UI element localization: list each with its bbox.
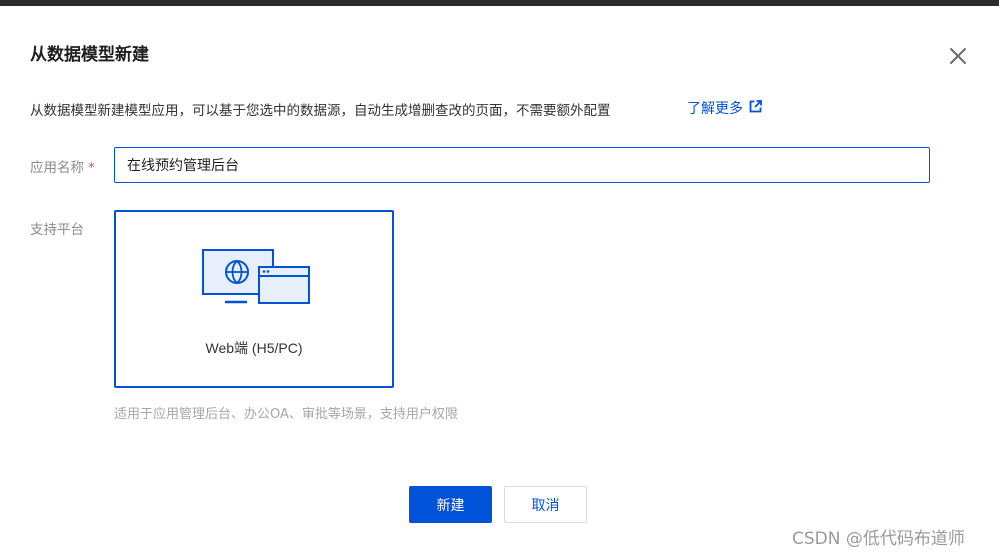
app-name-label-text: 应用名称: [30, 160, 84, 176]
dialog-description: 从数据模型新建模型应用，可以基于您选中的数据源，自动生成增删查改的页面，不需要额…: [30, 103, 611, 119]
create-from-data-model-dialog: 从数据模型新建 从数据模型新建模型应用，可以基于您选中的数据源，自动生成增删查改…: [0, 6, 999, 554]
watermark: CSDN @低代码布道师: [792, 529, 965, 549]
learn-more-link[interactable]: 了解更多: [687, 98, 762, 118]
app-name-label: 应用名称 *: [30, 156, 95, 176]
close-icon[interactable]: [946, 44, 970, 68]
platform-option-label: Web端 (H5/PC): [205, 340, 303, 356]
platform-option-web[interactable]: Web端 (H5/PC): [114, 210, 394, 388]
external-link-icon: [749, 99, 762, 117]
create-button[interactable]: 新建: [409, 486, 492, 523]
app-name-input[interactable]: [114, 147, 930, 183]
dialog-title: 从数据模型新建: [30, 45, 149, 65]
platform-label: 支持平台: [30, 222, 84, 238]
cancel-button[interactable]: 取消: [504, 486, 587, 523]
platform-hint: 适用于应用管理后台、办公OA、审批等场景，支持用户权限: [114, 407, 458, 422]
required-mark: *: [88, 160, 95, 176]
learn-more-label: 了解更多: [687, 101, 743, 117]
